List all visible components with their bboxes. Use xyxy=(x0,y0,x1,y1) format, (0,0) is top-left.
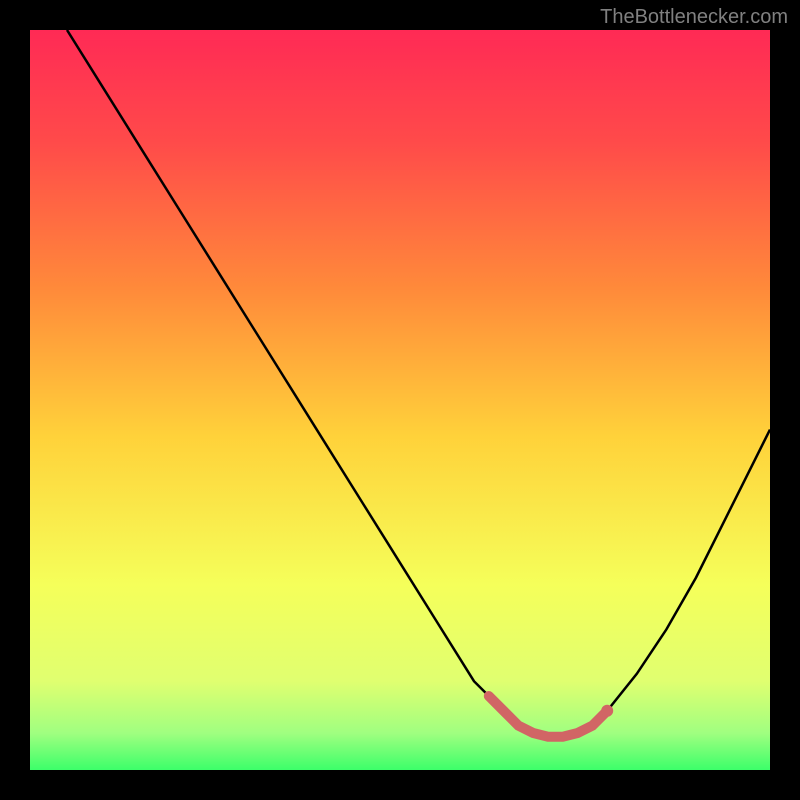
plot-frame xyxy=(30,30,770,770)
watermark-text: TheBottleneсker.com xyxy=(600,6,788,29)
gradient-background xyxy=(30,30,770,770)
chart-canvas xyxy=(30,30,770,770)
plot-area xyxy=(30,30,770,770)
optimal-end-marker xyxy=(601,705,613,717)
